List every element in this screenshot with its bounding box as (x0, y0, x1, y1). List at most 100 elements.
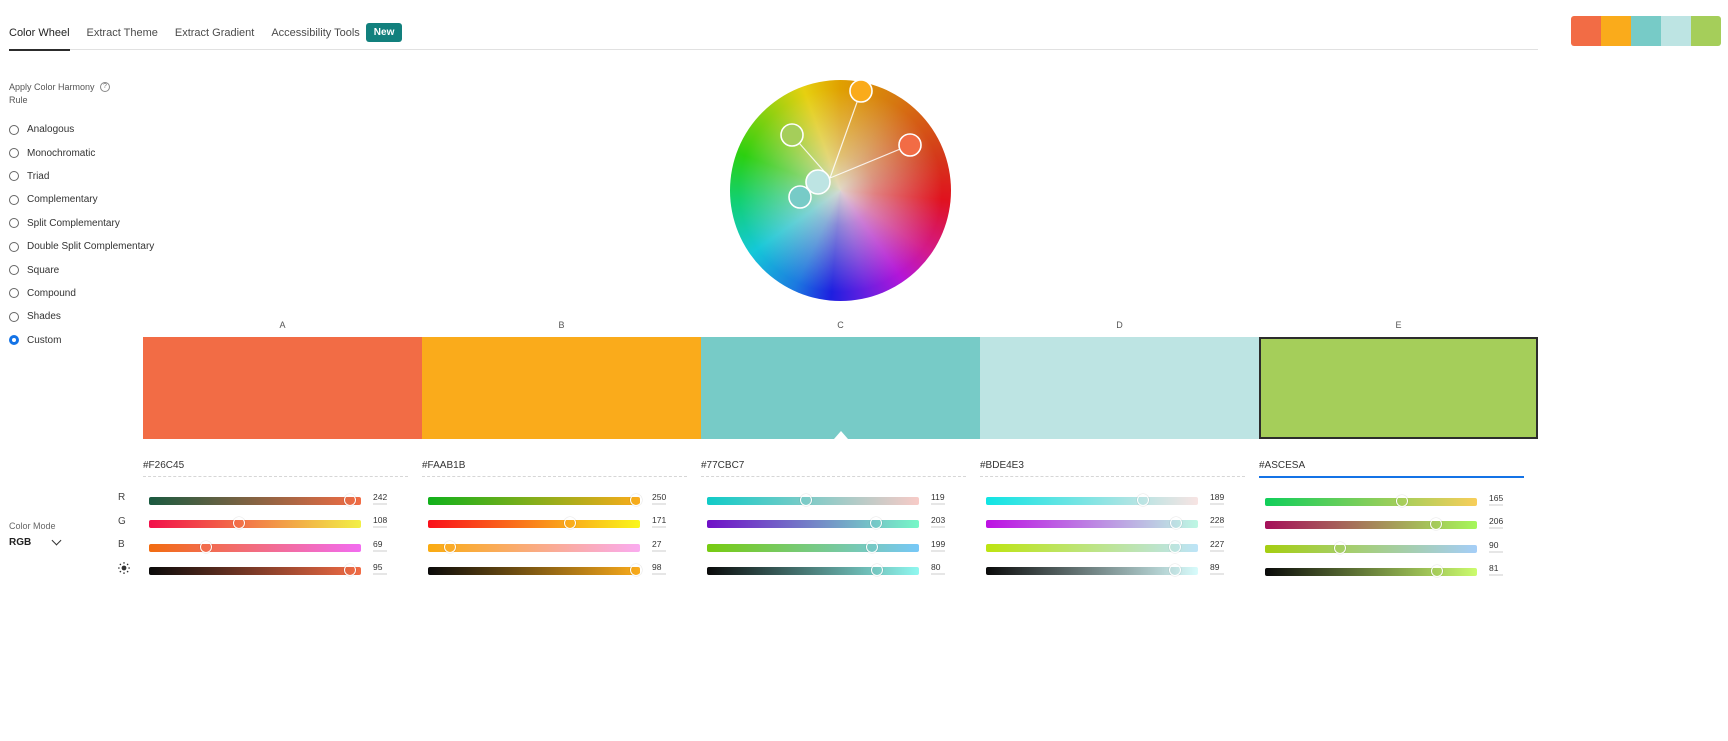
slider-thumb[interactable] (564, 517, 577, 530)
brightness-value[interactable]: 98 (652, 562, 666, 576)
b-slider[interactable] (707, 540, 919, 553)
wheel-handle-e[interactable] (780, 123, 804, 147)
radio-button[interactable] (9, 311, 19, 322)
b-slider[interactable] (1265, 541, 1477, 554)
slider-thumb[interactable] (1396, 494, 1409, 507)
tab-extract-gradient[interactable]: Extract Gradient (175, 22, 254, 50)
mini-swatch-d[interactable] (1661, 16, 1691, 46)
radio-button[interactable] (9, 241, 19, 252)
color-wheel[interactable] (730, 79, 951, 301)
tab-extract-theme[interactable]: Extract Theme (87, 22, 158, 50)
g-value[interactable]: 206 (1489, 516, 1503, 530)
slider-thumb[interactable] (866, 540, 879, 553)
b-slider[interactable] (428, 540, 640, 553)
brightness-slider[interactable] (428, 564, 642, 577)
harmony-rule-compound[interactable]: Compound (9, 282, 154, 305)
radio-button[interactable] (9, 171, 19, 182)
slider-thumb[interactable] (1168, 540, 1181, 553)
harmony-rule-shades[interactable]: Shades (9, 305, 154, 328)
r-value[interactable]: 250 (652, 492, 666, 505)
g-value[interactable]: 228 (1210, 515, 1224, 529)
color-swatch-c[interactable] (701, 337, 980, 439)
r-value[interactable]: 242 (373, 492, 387, 505)
b-value[interactable]: 227 (1210, 539, 1224, 552)
slider-thumb[interactable] (1168, 564, 1181, 577)
wheel-handle-b[interactable] (849, 79, 873, 103)
g-value[interactable]: 171 (652, 515, 666, 529)
hex-input-e[interactable] (1259, 457, 1524, 478)
g-slider[interactable] (428, 517, 640, 530)
harmony-rule-custom[interactable]: Custom (9, 329, 154, 352)
slider-thumb[interactable] (344, 564, 357, 577)
radio-button[interactable] (9, 218, 19, 229)
mini-swatch-b[interactable] (1601, 16, 1631, 46)
b-value[interactable]: 199 (931, 539, 945, 552)
brightness-value[interactable]: 95 (373, 562, 387, 576)
g-slider[interactable] (149, 517, 361, 530)
b-value[interactable]: 27 (652, 539, 666, 552)
r-slider[interactable] (1265, 494, 1477, 507)
r-value[interactable]: 165 (1489, 493, 1503, 506)
b-value[interactable]: 69 (373, 539, 387, 552)
slider-thumb[interactable] (1430, 518, 1443, 531)
harmony-rule-triad[interactable]: Triad (9, 165, 154, 188)
slider-thumb[interactable] (869, 517, 882, 530)
mini-swatch-a[interactable] (1571, 16, 1601, 46)
harmony-rule-analogous[interactable]: Analogous (9, 118, 154, 141)
radio-button[interactable] (9, 148, 19, 159)
hex-input-d[interactable] (980, 457, 1245, 477)
radio-button[interactable] (9, 124, 19, 135)
g-value[interactable]: 203 (931, 515, 945, 529)
b-slider[interactable] (986, 540, 1198, 553)
slider-thumb[interactable] (344, 493, 357, 506)
g-slider[interactable] (1265, 518, 1477, 531)
slider-thumb[interactable] (232, 517, 245, 530)
tab-accessibility-tools[interactable]: Accessibility Tools (271, 22, 359, 50)
slider-thumb[interactable] (799, 493, 812, 506)
slider-thumb[interactable] (444, 540, 457, 553)
slider-thumb[interactable] (870, 564, 883, 577)
color-swatch-e[interactable] (1259, 337, 1538, 439)
brightness-value[interactable]: 80 (931, 562, 945, 576)
b-slider[interactable] (149, 540, 361, 553)
r-value[interactable]: 119 (931, 492, 945, 505)
slider-thumb[interactable] (1137, 493, 1150, 506)
hex-input-c[interactable] (701, 457, 966, 477)
slider-thumb[interactable] (629, 564, 642, 577)
brightness-slider[interactable] (149, 564, 361, 577)
harmony-rule-double-split-complementary[interactable]: Double Split Complementary (9, 235, 154, 258)
radio-button[interactable] (9, 335, 19, 346)
slider-thumb[interactable] (1430, 565, 1443, 578)
color-swatch-d[interactable] (980, 337, 1259, 439)
b-value[interactable]: 90 (1489, 540, 1503, 553)
slider-thumb[interactable] (1169, 517, 1182, 530)
brightness-value[interactable]: 89 (1210, 562, 1224, 576)
wheel-handle-d[interactable] (805, 169, 831, 195)
g-value[interactable]: 108 (373, 515, 387, 529)
brightness-slider[interactable] (986, 564, 1198, 577)
harmony-rule-complementary[interactable]: Complementary (9, 188, 154, 211)
harmony-rule-monochromatic[interactable]: Monochromatic (9, 141, 154, 164)
radio-button[interactable] (9, 288, 19, 299)
r-slider[interactable] (986, 493, 1198, 506)
slider-thumb[interactable] (1333, 541, 1346, 554)
brightness-slider[interactable] (1265, 565, 1477, 578)
slider-thumb[interactable] (629, 493, 642, 506)
slider-thumb[interactable] (200, 540, 213, 553)
wheel-handle-a[interactable] (898, 133, 922, 157)
r-value[interactable]: 189 (1210, 492, 1224, 505)
color-swatch-a[interactable] (143, 337, 422, 439)
mini-swatch-e[interactable] (1691, 16, 1721, 46)
g-slider[interactable] (986, 517, 1198, 530)
tab-color-wheel[interactable]: Color Wheel (9, 22, 70, 51)
hex-input-a[interactable] (143, 457, 408, 477)
color-swatch-b[interactable] (422, 337, 701, 439)
theme-preview-palette[interactable] (1571, 16, 1721, 46)
g-slider[interactable] (707, 517, 919, 530)
harmony-rule-square[interactable]: Square (9, 258, 154, 281)
brightness-value[interactable]: 81 (1489, 563, 1503, 577)
radio-button[interactable] (9, 265, 19, 276)
help-icon[interactable]: ? (100, 82, 110, 92)
radio-button[interactable] (9, 194, 19, 205)
brightness-slider[interactable] (707, 564, 919, 577)
